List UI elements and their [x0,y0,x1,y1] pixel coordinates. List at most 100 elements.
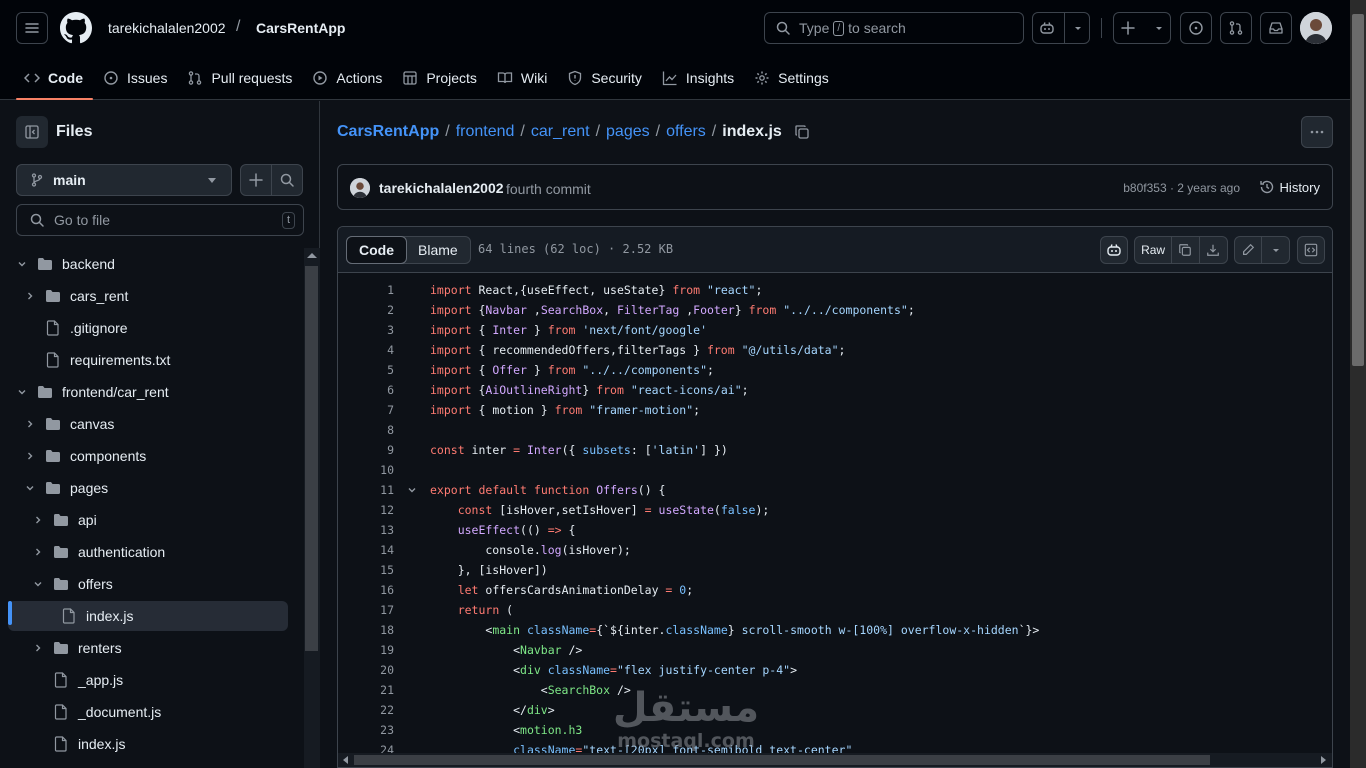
repo-link[interactable]: CarsRentApp [256,20,345,36]
tree-folder[interactable]: offers [8,569,288,599]
line-number[interactable]: 8 [338,423,394,437]
tree-folder[interactable]: cars_rent [8,281,288,311]
tree-folder[interactable]: backend [8,249,288,279]
tree-folder[interactable]: api [8,505,288,535]
sidebar-scrollbar-thumb[interactable] [305,266,318,651]
search-input[interactable]: Type / to search [764,12,1024,44]
commit-author[interactable]: tarekichalalen2002 [379,180,504,196]
code-token: < [430,623,493,637]
path-folder-link[interactable]: frontend [456,123,515,141]
tree-file[interactable]: index.js [8,729,288,759]
line-number[interactable]: 13 [338,523,394,537]
line-number[interactable]: 23 [338,723,394,737]
copy-raw-button[interactable] [1172,237,1200,263]
line-number[interactable]: 2 [338,303,394,317]
your-pull-requests-button[interactable] [1220,12,1252,44]
line-number[interactable]: 12 [338,503,394,517]
tree-folder[interactable]: canvas [8,409,288,439]
line-number[interactable]: 5 [338,363,394,377]
your-issues-button[interactable] [1180,12,1212,44]
github-logo-icon[interactable] [60,12,92,44]
search-files-button[interactable] [271,164,303,196]
user-avatar[interactable] [1300,12,1332,44]
line-number[interactable]: 1 [338,283,394,297]
line-number[interactable]: 14 [338,543,394,557]
ask-copilot-button[interactable] [1100,236,1128,264]
add-file-button[interactable] [240,164,272,196]
history-button[interactable]: History [1259,179,1320,195]
tab-projects[interactable]: Projects [394,56,487,100]
line-number[interactable]: 4 [338,343,394,357]
page-scrollbar-thumb[interactable] [1352,14,1364,366]
path-folder-link[interactable]: car_rent [531,123,590,141]
code-tab[interactable]: Code [346,236,407,264]
code-token: = [513,443,521,457]
tree-folder[interactable]: renters [8,633,288,663]
tab-actions[interactable]: Actions [304,56,392,100]
menu-button[interactable] [16,12,48,44]
tree-file[interactable]: .gitignore [8,313,288,343]
line-number[interactable]: 3 [338,323,394,337]
tree-item-label: .gitignore [70,320,128,336]
line-number[interactable]: 16 [338,583,394,597]
line-number[interactable]: 11 [338,483,394,497]
blame-tab[interactable]: Blame [406,237,470,263]
tab-issues[interactable]: Issues [95,56,177,100]
go-to-file-input[interactable]: Go to file t [16,204,304,236]
book-icon [497,72,513,84]
line-number[interactable]: 6 [338,383,394,397]
line-number[interactable]: 21 [338,683,394,697]
edit-file-button[interactable] [1235,237,1263,263]
branch-selector[interactable]: main [16,164,232,196]
line-number[interactable]: 18 [338,623,394,637]
tab-insights[interactable]: Insights [654,56,744,100]
tree-folder[interactable]: frontend/car_rent [8,377,288,407]
tab-wiki[interactable]: Wiki [489,56,557,100]
tree-folder[interactable]: pages [8,473,288,503]
line-number[interactable]: 10 [338,463,394,477]
fold-gutter[interactable] [394,485,430,495]
commit-author-avatar[interactable] [350,178,370,198]
line-number[interactable]: 15 [338,563,394,577]
path-repo-link[interactable]: CarsRentApp [337,123,439,141]
more-options-button[interactable] [1301,116,1333,148]
owner-link[interactable]: tarekichalalen2002 [108,20,226,36]
scroll-left-arrow-icon[interactable] [343,756,348,764]
tab-security[interactable]: Security [559,56,652,100]
copilot-button[interactable] [1032,12,1090,44]
tab-pull-requests[interactable]: Pull requests [179,56,302,100]
line-number[interactable]: 22 [338,703,394,717]
code-horizontal-scrollbar[interactable] [338,753,1332,767]
path-folder-link[interactable]: offers [666,123,706,141]
scroll-up-arrow-icon[interactable] [307,253,317,258]
code-token: FilterTag [616,303,680,317]
edit-options-dropdown[interactable] [1262,237,1289,263]
create-new-button[interactable] [1113,12,1171,44]
line-number[interactable]: 20 [338,663,394,677]
tab-code[interactable]: Code [16,56,93,100]
scroll-right-arrow-icon[interactable] [1321,756,1326,764]
tree-folder[interactable]: authentication [8,537,288,567]
tree-file[interactable]: index.js [8,601,288,631]
copy-path-button[interactable] [794,124,810,140]
path-folder-link[interactable]: pages [606,123,650,141]
line-number[interactable]: 17 [338,603,394,617]
code-horizontal-scrollbar-thumb[interactable] [354,755,1210,765]
download-button[interactable] [1200,237,1227,263]
line-number[interactable]: 9 [338,443,394,457]
commit-message[interactable]: fourth commit [506,181,591,197]
collapse-sidebar-button[interactable] [16,116,48,148]
tree-file[interactable]: _app.js [8,665,288,695]
tab-settings[interactable]: Settings [746,56,839,100]
tree-file[interactable]: _document.js [8,697,288,727]
notifications-button[interactable] [1260,12,1292,44]
tree-folder[interactable]: components [8,441,288,471]
raw-button[interactable]: Raw [1135,237,1173,263]
symbols-panel-button[interactable] [1297,236,1325,264]
line-number[interactable]: 19 [338,643,394,657]
commit-meta[interactable]: b80f353 · 2 years ago [1123,181,1240,195]
tree-file[interactable]: requirements.txt [8,345,288,375]
line-number[interactable]: 7 [338,403,394,417]
